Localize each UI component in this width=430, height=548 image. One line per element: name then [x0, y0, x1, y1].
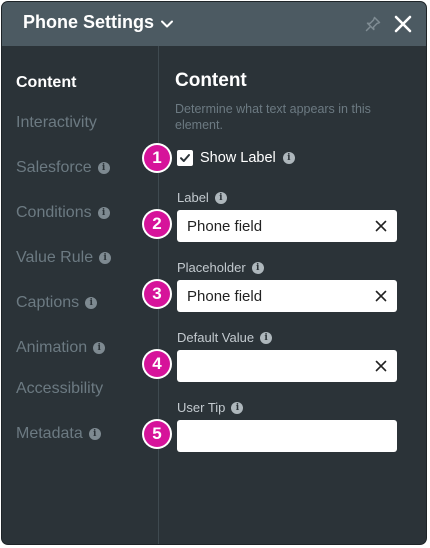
- user-tip-field-label: User Tip i: [177, 400, 244, 415]
- content-pane: Content Determine what text appears in t…: [159, 46, 426, 544]
- label-input[interactable]: Phone field: [177, 210, 397, 242]
- sidebar-item-captions[interactable]: Captions i: [16, 294, 98, 312]
- sidebar-item-label: Value Rule: [16, 249, 94, 266]
- close-icon[interactable]: [392, 13, 414, 35]
- sidebar-item-content[interactable]: Content: [16, 74, 76, 92]
- sidebar-item-animation[interactable]: Animation i: [16, 339, 106, 357]
- callout-badge: 1: [144, 145, 170, 171]
- callout-badge: 2: [144, 211, 170, 237]
- chevron-down-icon: [161, 20, 174, 27]
- info-icon[interactable]: i: [282, 152, 295, 164]
- sidebar-item-value-rule[interactable]: Value Rule i: [16, 249, 112, 267]
- label-field-label: Label i: [177, 190, 227, 205]
- show-label-row: Show Label i: [177, 150, 295, 166]
- sidebar-item-metadata[interactable]: Metadata i: [16, 425, 101, 443]
- phone-settings-panel: Phone Settings Content Interactivity Sal…: [2, 2, 426, 544]
- field-label-text: User Tip: [177, 400, 226, 415]
- sidebar-item-conditions[interactable]: Conditions i: [16, 204, 110, 222]
- sidebar-item-label: Metadata: [16, 425, 83, 442]
- user-tip-input[interactable]: [177, 420, 397, 452]
- panel-title: Phone Settings: [23, 12, 155, 32]
- pin-icon[interactable]: [364, 15, 382, 33]
- default-value-input[interactable]: [177, 350, 397, 382]
- field-label-text: Placeholder: [177, 260, 246, 275]
- sidebar-item-accessibility[interactable]: Accessibility: [16, 380, 103, 398]
- info-icon[interactable]: i: [99, 252, 112, 264]
- clear-icon[interactable]: [375, 290, 387, 302]
- sidebar-item-label: Captions: [16, 294, 80, 311]
- sidebar-item-label: Conditions: [16, 204, 92, 221]
- checkmark-icon: [180, 154, 190, 162]
- settings-sidebar: Content Interactivity Salesforce i Condi…: [2, 46, 158, 544]
- callout-badge: 4: [144, 351, 170, 377]
- show-label-text: Show Label: [200, 150, 276, 166]
- sidebar-item-label: Content: [16, 74, 77, 91]
- info-icon[interactable]: i: [251, 261, 264, 274]
- field-label-text: Default Value: [177, 330, 255, 345]
- sidebar-item-label: Salesforce: [16, 159, 92, 176]
- content-title: Content: [175, 70, 247, 91]
- sidebar-item-interactivity[interactable]: Interactivity: [16, 114, 97, 132]
- clear-icon[interactable]: [375, 220, 387, 232]
- content-description: Determine what text appears in this elem…: [175, 102, 371, 132]
- info-icon[interactable]: i: [97, 207, 110, 219]
- callout-badge: 5: [144, 421, 170, 447]
- info-icon[interactable]: i: [260, 331, 273, 344]
- callout-badge: 3: [144, 281, 170, 307]
- info-icon[interactable]: i: [85, 297, 98, 309]
- sidebar-item-label: Interactivity: [16, 114, 97, 131]
- placeholder-field-label: Placeholder i: [177, 260, 264, 275]
- default-value-field-label: Default Value i: [177, 330, 273, 345]
- info-icon[interactable]: i: [231, 401, 244, 414]
- panel-header: Phone Settings: [2, 2, 426, 46]
- placeholder-input[interactable]: Phone field: [177, 280, 397, 312]
- show-label-checkbox[interactable]: [177, 150, 193, 166]
- info-icon[interactable]: i: [93, 342, 106, 354]
- label-input-value: Phone field: [187, 217, 263, 235]
- info-icon[interactable]: i: [97, 162, 110, 174]
- info-icon[interactable]: i: [214, 191, 227, 204]
- placeholder-input-value: Phone field: [187, 287, 263, 305]
- sidebar-item-label: Accessibility: [16, 380, 104, 397]
- info-icon[interactable]: i: [88, 428, 101, 440]
- panel-title-dropdown[interactable]: Phone Settings: [23, 12, 174, 33]
- clear-icon[interactable]: [375, 360, 387, 372]
- field-label-text: Label: [177, 190, 209, 205]
- sidebar-item-label: Animation: [16, 339, 88, 356]
- sidebar-item-salesforce[interactable]: Salesforce i: [16, 159, 110, 177]
